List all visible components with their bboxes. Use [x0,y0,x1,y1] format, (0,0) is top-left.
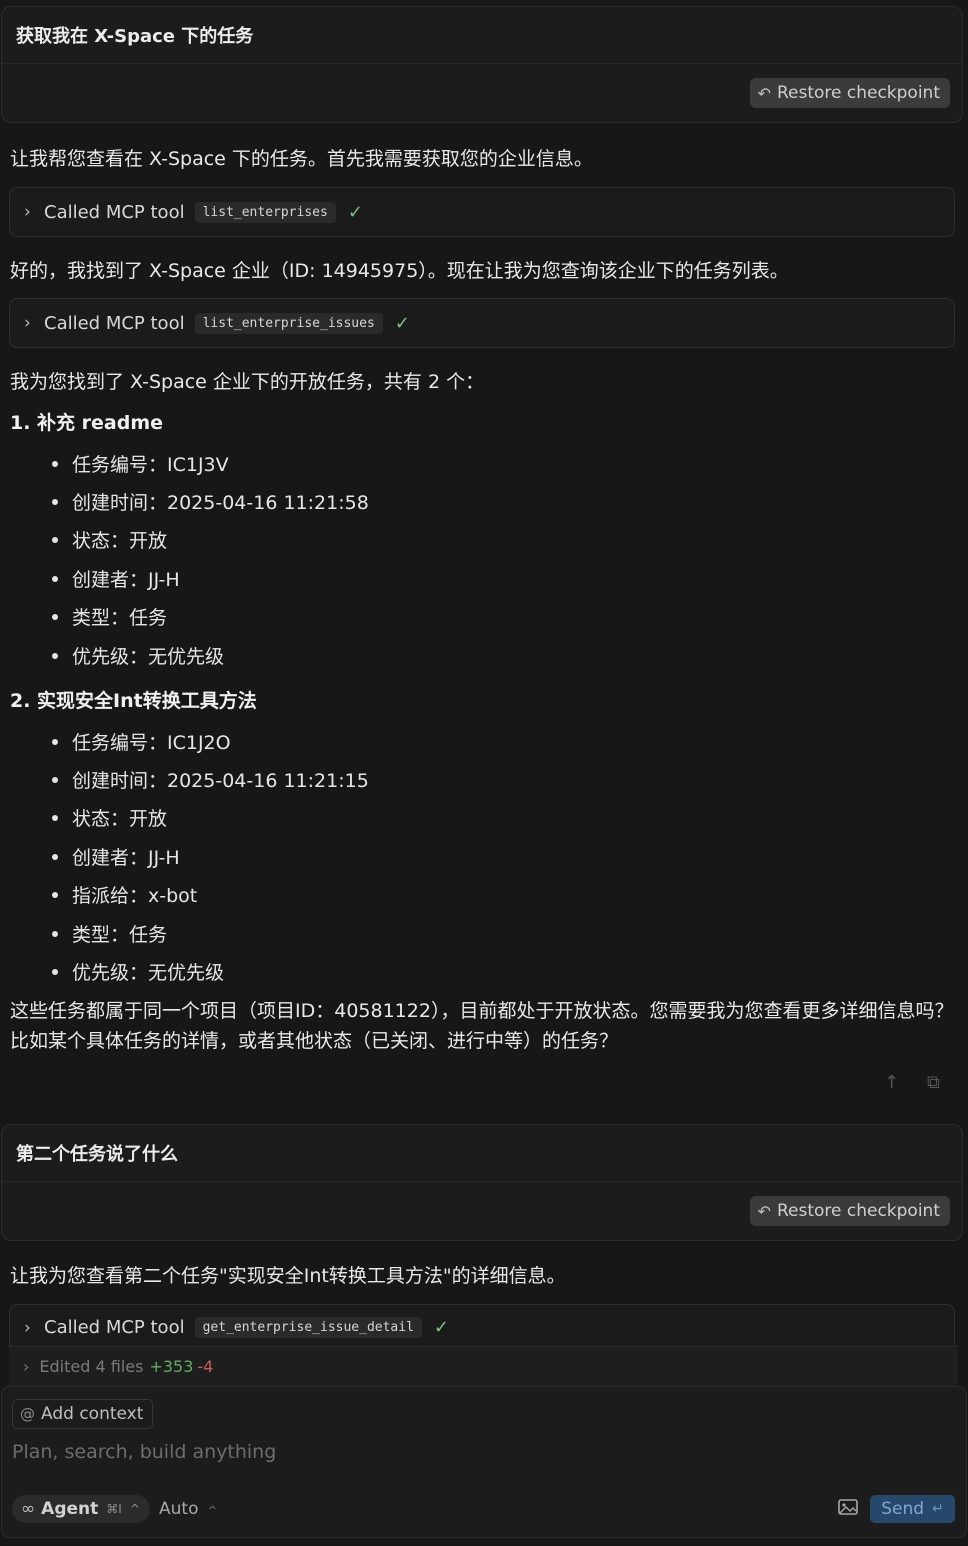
restore-checkpoint-label: Restore checkpoint [776,83,940,103]
restore-checkpoint-button[interactable]: ↶ Restore checkpoint [749,1196,950,1226]
restore-checkpoint-label: Restore checkpoint [776,1201,940,1221]
undo-arrow-icon: ↶ [757,83,771,103]
tool-name: list_enterprise_issues [194,312,383,334]
arrow-up-icon[interactable]: ↑ [884,1072,899,1093]
list-item: 类型：任务 [52,920,167,947]
list-item: 创建时间：2025-04-16 11:21:15 [52,766,369,793]
tool-name: list_enterprises [194,201,336,223]
tool-call-label: Called MCP tool [44,201,185,223]
edited-files-label: Edited 4 files [39,1357,144,1376]
tool-name: get_enterprise_issue_detail [194,1317,422,1338]
model-selector[interactable]: Auto ^ [159,1499,217,1519]
add-context-label: Add context [41,1404,144,1424]
chevron-up-icon: ^ [207,1504,218,1517]
lines-removed: -4 [197,1357,214,1376]
user-message-text: 第二个任务说了什么 [2,1125,962,1182]
tool-call-card[interactable]: › Called MCP tool get_enterprise_issue_d… [9,1304,955,1350]
list-item: 任务编号：IC1J3V [52,450,229,477]
list-item: 优先级：无优先级 [52,958,224,985]
undo-arrow-icon: ↶ [757,1201,771,1221]
restore-checkpoint-button[interactable]: ↶ Restore checkpoint [749,78,950,108]
edited-files-bar[interactable]: › Edited 4 files +353 -4 [9,1346,958,1386]
chevron-right-icon: › [24,313,31,333]
composer: @ Add context Plan, search, build anythi… [1,1386,967,1538]
chevron-right-icon: › [24,202,31,222]
assistant-text: 让我为您查看第二个任务"实现安全Int转换工具方法"的详细信息。 [10,1265,566,1287]
assistant-text: 这些任务都属于同一个项目（项目ID：40581122），目前都处于开放状态。您需… [10,1000,954,1052]
list-item: 状态：开放 [52,526,167,553]
add-context-button[interactable]: @ Add context [12,1399,154,1429]
chat-input[interactable]: Plan, search, build anything [12,1441,276,1463]
list-item: 创建者：JJ-H [52,565,180,592]
send-label: Send [881,1499,925,1519]
user-message-footer: ↶ Restore checkpoint [2,1182,962,1240]
user-message[interactable]: 第二个任务说了什么 ↶ Restore checkpoint [1,1124,963,1241]
user-message-text: 获取我在 X-Space 下的任务 [2,7,962,64]
list-item: 任务编号：IC1J2O [52,728,231,755]
assistant-text: 让我帮您查看在 X-Space 下的任务。首先我需要获取您的企业信息。 [10,148,593,170]
image-icon[interactable] [838,1499,858,1515]
user-message-footer: ↶ Restore checkpoint [2,64,962,122]
agent-label: Agent [41,1499,99,1519]
list-item: 状态：开放 [52,804,167,831]
return-key-icon: ↵ [932,1501,944,1517]
list-item: 创建时间：2025-04-16 11:21:58 [52,488,369,515]
check-icon: ✓ [347,201,363,223]
chevron-up-icon: ^ [129,1502,140,1516]
model-label: Auto [159,1499,199,1519]
tool-call-card[interactable]: › Called MCP tool list_enterprises ✓ [9,187,955,237]
tool-call-label: Called MCP tool [44,1317,185,1338]
chevron-right-icon: › [23,1357,30,1376]
agent-shortcut: ⌘I [106,1502,122,1516]
tool-call-label: Called MCP tool [44,312,185,334]
list-item: 优先级：无优先级 [52,642,224,669]
assistant-text: 我为您找到了 X-Space 企业下的开放任务，共有 2 个： [10,371,485,393]
lines-added: +353 [149,1357,194,1376]
infinity-icon: ∞ [21,1499,36,1519]
task-title: 1. 补充 readme [10,412,164,434]
list-item: 指派给：x-bot [52,881,197,908]
at-sign-icon: @ [20,1405,35,1423]
list-item: 类型：任务 [52,603,167,630]
copy-icon[interactable]: ⧉ [927,1072,940,1093]
check-icon: ✓ [433,1317,450,1338]
assistant-text: 好的，我找到了 X-Space 企业（ID: 14945975）。现在让我为您查… [10,260,789,282]
task-title: 2. 实现安全Int转换工具方法 [10,690,257,712]
check-icon: ✓ [394,312,410,334]
send-button[interactable]: Send ↵ [870,1495,955,1523]
user-message[interactable]: 获取我在 X-Space 下的任务 ↶ Restore checkpoint [1,6,963,123]
list-item: 创建者：JJ-H [52,843,180,870]
chevron-right-icon: › [24,1317,31,1338]
agent-mode-selector[interactable]: ∞ Agent ⌘I ^ [12,1495,150,1523]
tool-call-card[interactable]: › Called MCP tool list_enterprise_issues… [9,298,955,348]
